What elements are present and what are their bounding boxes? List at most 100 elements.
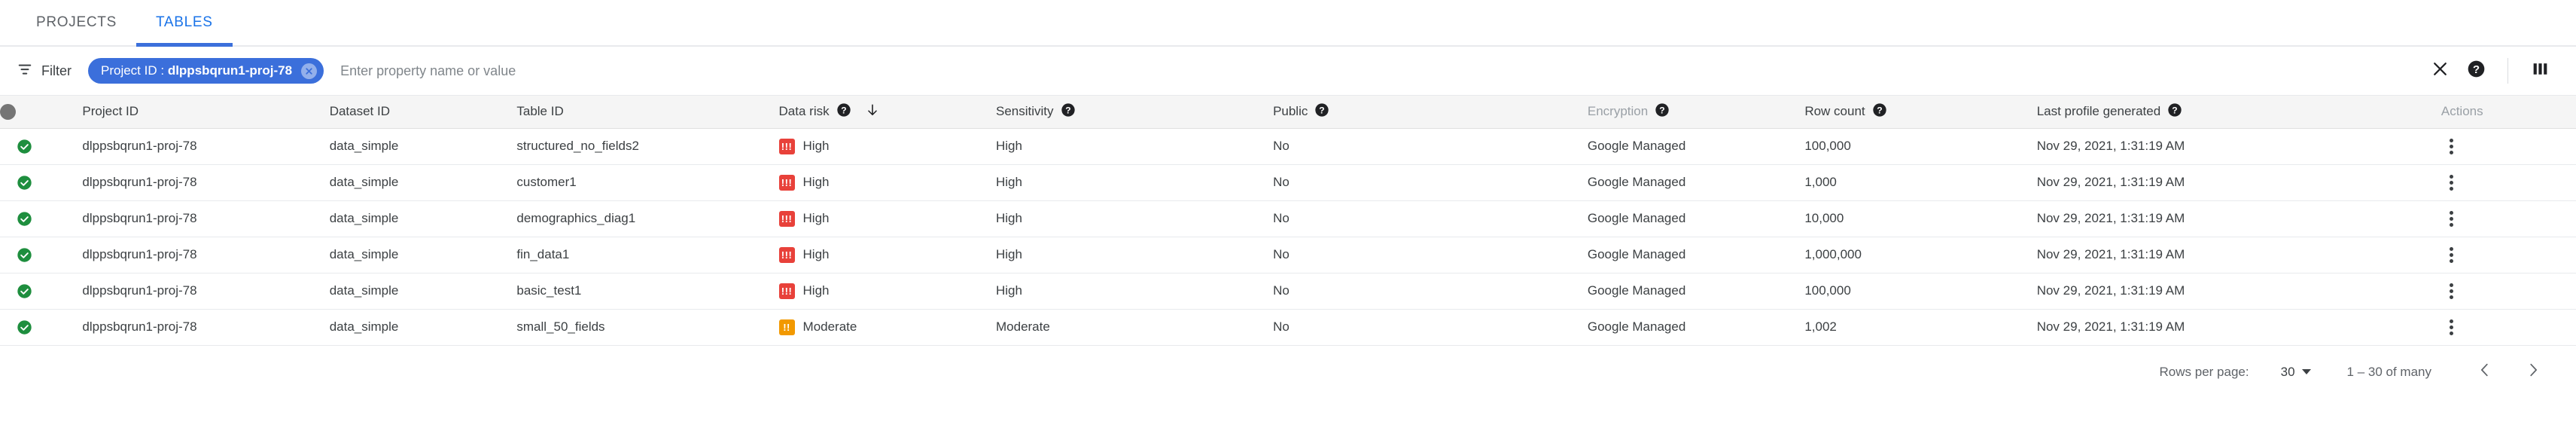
profiles-table: Project ID Dataset ID Table ID Data risk…: [0, 96, 2576, 346]
filter-icon: [17, 61, 33, 81]
cell-last-profile-generated: Nov 29, 2021, 1:31:19 AM: [2036, 164, 2441, 201]
help-icon[interactable]: ?: [2167, 102, 2182, 121]
table-row[interactable]: dlppsbqrun1-proj-78 data_simple basic_test…: [0, 273, 2576, 310]
cell-table-id[interactable]: fin_data1: [516, 237, 779, 273]
cell-project-id: dlppsbqrun1-proj-78: [82, 164, 330, 201]
cell-project-id: dlppsbqrun1-proj-78: [82, 200, 330, 237]
column-header-table-id-label: Table ID: [516, 104, 564, 119]
table-row[interactable]: dlppsbqrun1-proj-78 data_simple customer1!…: [0, 164, 2576, 201]
cell-last-profile-generated: Nov 29, 2021, 1:31:19 AM: [2036, 128, 2441, 165]
filter-button[interactable]: Filter: [17, 61, 76, 81]
tab-tables-label: TABLES: [155, 14, 213, 30]
cell-row-count: 1,000,000: [1804, 237, 2037, 273]
column-header-encryption-label: Encryption: [1587, 104, 1649, 119]
tab-tables[interactable]: TABLES: [135, 0, 233, 47]
filter-button-label: Filter: [41, 63, 72, 78]
column-display-options-button[interactable]: [2522, 53, 2558, 89]
close-icon[interactable]: [301, 63, 318, 79]
column-header-data-risk[interactable]: Data risk ?: [778, 96, 996, 129]
column-header-actions: Actions: [2441, 96, 2576, 129]
help-button[interactable]: ?: [2458, 53, 2494, 89]
row-actions-menu-button[interactable]: [2441, 174, 2462, 191]
column-header-table-id[interactable]: Table ID: [516, 96, 779, 129]
clear-filter-button[interactable]: [2422, 53, 2458, 89]
previous-page-button[interactable]: [2469, 356, 2501, 388]
column-header-public[interactable]: Public ?: [1273, 96, 1588, 129]
tab-projects[interactable]: PROJECTS: [17, 0, 136, 45]
sort-descending-arrow-icon[interactable]: [865, 102, 880, 121]
cell-last-profile-generated: Nov 29, 2021, 1:31:19 AM: [2036, 237, 2441, 273]
check-circle-icon: [17, 247, 82, 263]
row-actions-menu-button[interactable]: [2441, 246, 2462, 263]
svg-text:?: ?: [2472, 63, 2479, 76]
cell-encryption: Google Managed: [1587, 200, 1805, 237]
cell-sensitivity: High: [996, 273, 1274, 310]
row-actions-menu-button[interactable]: [2441, 283, 2462, 299]
cell-data-risk: !!! High: [778, 164, 996, 201]
cell-sensitivity: High: [996, 128, 1274, 165]
cell-encryption: Google Managed: [1587, 273, 1805, 310]
pagination-range-label: 1 – 30 of many: [2346, 364, 2431, 379]
column-header-last-profile-generated[interactable]: Last profile generated ?: [2036, 96, 2441, 129]
help-icon[interactable]: ?: [1872, 102, 1887, 121]
cell-data-risk-label: Moderate: [802, 319, 857, 334]
check-circle-icon: [17, 211, 82, 227]
svg-text:?: ?: [1877, 105, 1882, 115]
row-actions-menu-button[interactable]: [2441, 138, 2462, 154]
column-header-row-count-label: Row count: [1804, 104, 1865, 119]
row-status-cell: [0, 273, 83, 310]
cell-table-id[interactable]: small_50_fields: [516, 309, 779, 346]
help-icon[interactable]: ?: [1314, 102, 1329, 121]
next-page-button[interactable]: [2517, 356, 2549, 388]
column-header-last-profile-generated-label: Last profile generated: [2036, 104, 2161, 119]
rows-per-page-select[interactable]: 30: [2281, 365, 2311, 380]
row-actions-menu-button[interactable]: [2441, 210, 2462, 227]
filter-search-input[interactable]: [340, 63, 2422, 79]
cell-encryption: Google Managed: [1587, 309, 1805, 346]
filter-chip-label: Project ID : dlppsbqrun1-proj-78: [101, 63, 293, 78]
cell-table-id[interactable]: structured_no_fields2: [516, 128, 779, 165]
data-risk-badge-icon: !!!: [778, 210, 795, 227]
help-icon: ?: [2467, 60, 2486, 82]
help-icon[interactable]: ?: [836, 102, 851, 121]
table-row[interactable]: dlppsbqrun1-proj-78 data_simple small_50_f…: [0, 309, 2576, 346]
table-row[interactable]: dlppsbqrun1-proj-78 data_simple structured…: [0, 128, 2576, 165]
check-circle-icon: [17, 319, 82, 335]
column-header-project-id[interactable]: Project ID: [82, 96, 330, 129]
column-header-status: [0, 96, 83, 129]
svg-text:?: ?: [841, 105, 846, 115]
cell-table-id[interactable]: demographics_diag1: [516, 200, 779, 237]
cell-data-risk: !! Moderate: [778, 309, 996, 346]
table-row[interactable]: dlppsbqrun1-proj-78 data_simple demographi…: [0, 200, 2576, 237]
data-risk-badge-icon: !!!: [778, 174, 795, 191]
filter-chip-project-id[interactable]: Project ID : dlppsbqrun1-proj-78: [88, 58, 324, 84]
cell-table-id[interactable]: basic_test1: [516, 273, 779, 310]
column-header-dataset-id[interactable]: Dataset ID: [329, 96, 517, 129]
cell-table-id[interactable]: customer1: [516, 164, 779, 201]
column-header-actions-label: Actions: [2441, 104, 2483, 119]
cell-encryption: Google Managed: [1587, 237, 1805, 273]
filter-bar-actions: ?: [2422, 53, 2558, 89]
chevron-down-icon: [2301, 369, 2311, 374]
rows-per-page-value: 30: [2280, 364, 2295, 379]
help-icon[interactable]: ?: [1655, 102, 1670, 121]
row-actions-menu-button[interactable]: [2441, 319, 2462, 335]
row-status-cell: [0, 128, 83, 165]
cell-project-id: dlppsbqrun1-proj-78: [82, 273, 330, 310]
cell-row-count: 100,000: [1804, 273, 2037, 310]
cell-last-profile-generated: Nov 29, 2021, 1:31:19 AM: [2036, 273, 2441, 310]
cell-dataset-id: data_simple: [329, 128, 517, 165]
cell-public: No: [1273, 128, 1588, 165]
column-header-encryption[interactable]: Encryption ?: [1587, 96, 1805, 129]
chevron-right-icon: [2525, 362, 2541, 382]
pagination-bar: Rows per page: 30 1 – 30 of many: [0, 345, 2576, 399]
column-header-row-count[interactable]: Row count ?: [1804, 96, 2037, 129]
cell-sensitivity: Moderate: [996, 309, 1274, 346]
row-status-cell: [0, 164, 83, 201]
help-icon[interactable]: ?: [1061, 102, 1076, 121]
column-header-dataset-id-label: Dataset ID: [329, 104, 390, 119]
data-risk-badge-icon: !!!: [778, 246, 795, 263]
table-row[interactable]: dlppsbqrun1-proj-78 data_simple fin_data1!…: [0, 237, 2576, 273]
column-header-sensitivity[interactable]: Sensitivity ?: [996, 96, 1274, 129]
svg-text:?: ?: [1065, 105, 1070, 115]
